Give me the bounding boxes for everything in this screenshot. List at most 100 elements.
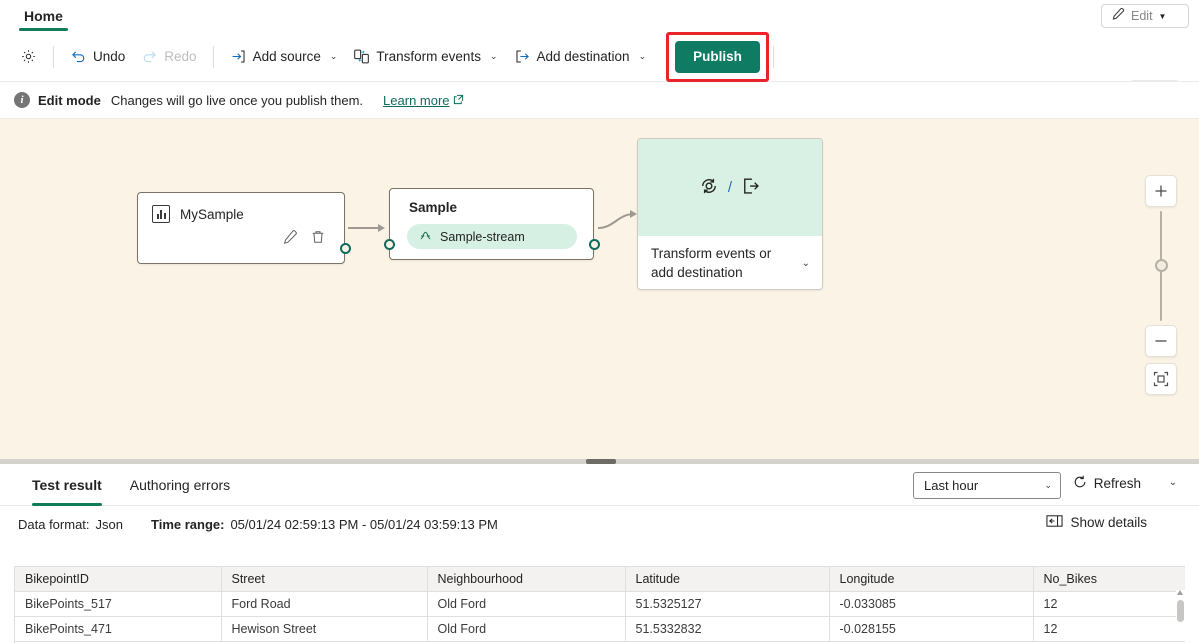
column-header-neighbourhood[interactable]: Neighbourhood <box>427 567 626 592</box>
test-result-meta: Data format: Json Time range: 05/01/24 0… <box>0 506 1199 543</box>
chevron-down-icon: ⌄ <box>638 51 647 61</box>
add-source-button[interactable]: Add source ⌄ <box>222 41 346 73</box>
node-mysample[interactable]: MySample <box>137 192 351 264</box>
redo-icon <box>141 48 158 65</box>
cell-latitude: 51.5325127 <box>625 591 830 617</box>
table-row[interactable]: BikePoints_517 Ford Road Old Ford 51.532… <box>15 591 1185 617</box>
undo-label: Undo <box>93 49 126 64</box>
cell-bikepointid: BikePoints_471 <box>15 616 222 642</box>
time-range-select[interactable]: Last hour ⌄ <box>913 472 1061 499</box>
external-link-icon <box>453 93 464 108</box>
cell-bikepointid: BikePoints_517 <box>15 591 222 617</box>
export-icon <box>740 175 762 200</box>
tab-home-active-indicator <box>19 28 68 31</box>
add-source-label: Add source <box>252 49 321 64</box>
cell-neighbourhood: Old Ford <box>427 591 626 617</box>
pencil-icon <box>1110 7 1125 25</box>
time-range-value: 05/01/24 02:59:13 PM - 05/01/24 03:59:13… <box>230 517 498 532</box>
cell-no-bikes: 12 <box>1033 616 1185 642</box>
edge-arrowhead-2 <box>630 209 637 218</box>
infobar-title: Edit mode <box>38 92 101 108</box>
node-output-port[interactable] <box>589 239 600 250</box>
refresh-icon <box>1072 474 1088 493</box>
undo-button[interactable]: Undo <box>62 41 133 73</box>
tab-home-label: Home <box>24 8 63 24</box>
zoom-slider[interactable] <box>1145 211 1177 321</box>
transform-events-icon <box>353 48 370 65</box>
refresh-label: Refresh <box>1093 476 1141 491</box>
column-header-latitude[interactable]: Latitude <box>625 567 830 592</box>
cell-street: Hewison Street <box>221 616 428 642</box>
redo-button[interactable]: Redo <box>133 41 204 73</box>
transform-events-label: Transform events <box>376 49 481 64</box>
zoom-slider-knob[interactable] <box>1155 259 1168 272</box>
node-title: MySample <box>180 206 244 222</box>
add-source-icon <box>230 48 247 65</box>
node-output-port[interactable] <box>340 243 351 254</box>
eventstream-canvas[interactable]: MySample Sample Sample-stream / Transfor… <box>0 119 1199 459</box>
publish-button[interactable]: Publish <box>675 40 760 73</box>
add-destination-icon <box>514 48 531 65</box>
add-destination-label: Add destination <box>536 49 630 64</box>
tab-authoring-errors-label: Authoring errors <box>129 476 231 493</box>
undo-icon <box>70 48 87 65</box>
edit-mode-dropdown[interactable]: Edit ▼ <box>1101 4 1189 28</box>
refresh-dropdown-chevron[interactable]: ⌄ <box>1169 477 1177 488</box>
chevron-down-icon: ⌄ <box>489 51 498 61</box>
node-input-port[interactable] <box>384 239 395 250</box>
command-bar: Undo Redo Add source ⌄ Transform events … <box>0 31 1199 100</box>
chevron-down-icon: ▼ <box>1158 11 1167 21</box>
test-result-table: BikepointID Street Neighbourhood Latitud… <box>15 567 1185 642</box>
settings-button[interactable] <box>12 41 45 73</box>
cell-street: Ford Road <box>221 591 428 617</box>
placeholder-label-row[interactable]: Transform events or add destination ⌄ <box>638 236 822 289</box>
edge-arrowhead <box>378 223 385 232</box>
canvas-zoom-controls <box>1145 175 1177 395</box>
pencil-icon[interactable] <box>282 229 298 245</box>
panel-icon <box>1046 514 1064 531</box>
fit-to-screen-button[interactable] <box>1145 363 1177 395</box>
tab-home[interactable]: Home <box>16 0 71 32</box>
tab-test-result-label: Test result <box>32 476 102 493</box>
zoom-in-button[interactable] <box>1145 175 1177 207</box>
table-row[interactable]: BikePoints_471 Hewison Street Old Ford 5… <box>15 616 1185 642</box>
stream-chip[interactable]: Sample-stream <box>407 224 577 249</box>
test-result-table-wrapper[interactable]: BikepointID Street Neighbourhood Latitud… <box>14 566 1185 643</box>
column-header-bikepointid[interactable]: BikepointID <box>15 567 222 592</box>
placeholder-label: Transform events or add destination <box>651 246 772 280</box>
refresh-button[interactable]: Refresh <box>1072 474 1141 493</box>
ribbon-tabstrip: Home Edit ▼ <box>0 0 1199 32</box>
scroll-up-arrow-icon[interactable] <box>1177 590 1183 595</box>
column-header-no-bikes[interactable]: No_Bikes <box>1033 567 1185 592</box>
data-format-value: Json <box>95 517 123 532</box>
node-add-transform-or-destination[interactable]: / Transform events or add destination ⌄ <box>637 138 823 290</box>
transform-icon <box>698 175 720 200</box>
chevron-down-icon[interactable]: ⌄ <box>802 258 810 269</box>
column-header-longitude[interactable]: Longitude <box>829 567 1034 592</box>
scrollbar-thumb[interactable] <box>1177 600 1184 622</box>
show-details-button[interactable]: Show details <box>1046 514 1147 531</box>
tab-authoring-errors[interactable]: Authoring errors <box>130 464 230 506</box>
chevron-down-icon: ⌄ <box>1044 480 1052 490</box>
bottom-panel: Test result Authoring errors Last hour ⌄… <box>0 464 1199 643</box>
infobar-message: Changes will go live once you publish th… <box>110 92 364 108</box>
table-header-row: BikepointID Street Neighbourhood Latitud… <box>15 567 1185 592</box>
separator-slash: / <box>727 179 733 196</box>
edge-sample-to-placeholder <box>597 213 635 229</box>
transform-events-button[interactable]: Transform events ⌄ <box>345 41 505 73</box>
learn-more-link[interactable]: Learn more <box>383 93 463 108</box>
table-vertical-scrollbar[interactable] <box>1176 590 1185 638</box>
node-actions <box>138 223 344 245</box>
edit-mode-infobar: i Edit mode Changes will go live once yo… <box>0 82 1199 119</box>
zoom-out-button[interactable] <box>1145 325 1177 357</box>
divider <box>53 45 54 68</box>
edge-source-to-sample <box>348 227 382 229</box>
trash-icon[interactable] <box>310 229 326 245</box>
redo-label: Redo <box>164 49 197 64</box>
column-header-street[interactable]: Street <box>221 567 428 592</box>
learn-more-label: Learn more <box>383 92 450 108</box>
tab-test-result[interactable]: Test result <box>32 464 102 506</box>
add-destination-button[interactable]: Add destination ⌄ <box>506 41 655 73</box>
node-sample[interactable]: Sample Sample-stream <box>384 188 600 260</box>
divider <box>772 45 774 68</box>
